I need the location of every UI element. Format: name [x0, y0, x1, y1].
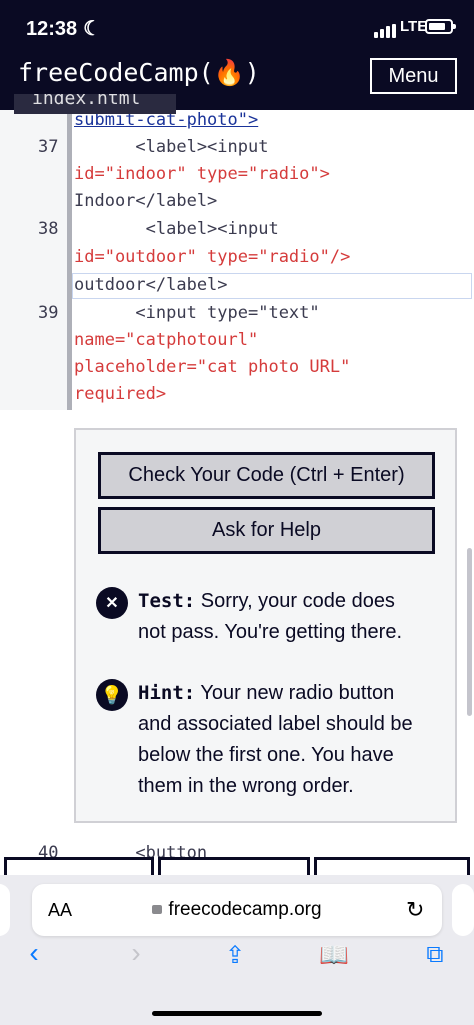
line-number: 37: [38, 137, 59, 157]
code-line: id="outdoor" type="radio"/>: [74, 247, 351, 267]
code-line: outdoor</label>: [74, 275, 228, 295]
next-tab-edge[interactable]: [452, 884, 474, 936]
signal-icon: [374, 20, 398, 38]
prev-tab-edge[interactable]: [0, 884, 10, 936]
moon-icon: ☾: [83, 18, 102, 40]
brand-logo[interactable]: freeCodeCamp(🔥): [18, 58, 260, 88]
code-line: <input type="text": [74, 303, 320, 323]
code-line: placeholder="cat photo URL": [74, 357, 351, 377]
hint-label: Hint:: [138, 682, 196, 704]
home-indicator: [152, 1011, 322, 1016]
code-line: required>: [74, 384, 167, 404]
menu-button[interactable]: Menu: [370, 58, 457, 94]
chevron-right-icon[interactable]: ›: [118, 937, 154, 969]
url-display[interactable]: freecodecamp.org: [32, 899, 442, 921]
code-line: <label><input: [74, 219, 279, 239]
hint-message: Hint: Your new radio button and associat…: [138, 678, 428, 802]
ask-for-help-button[interactable]: Ask for Help: [98, 507, 435, 554]
book-icon[interactable]: 📖: [316, 941, 352, 970]
test-feedback-panel: Check Your Code (Ctrl + Enter) Ask for H…: [74, 428, 457, 823]
file-tab[interactable]: index.html: [14, 94, 176, 114]
code-line: <label><input: [74, 137, 269, 157]
url-text: freecodecamp.org: [168, 899, 322, 920]
share-icon[interactable]: ⇪: [217, 941, 253, 970]
reload-icon[interactable]: ↻: [406, 897, 424, 923]
check-code-button[interactable]: Check Your Code (Ctrl + Enter): [98, 452, 435, 499]
lock-icon: [152, 905, 163, 914]
code-line: id="indoor" type="radio">: [74, 164, 330, 184]
code-line: Indoor</label>: [74, 191, 218, 211]
network-label: LTE: [400, 18, 428, 35]
line-number: 38: [38, 219, 59, 239]
clock-text: 12:38: [26, 18, 78, 40]
lower-panel-edges: [0, 857, 474, 877]
code-line: name="catphotourl": [74, 330, 259, 350]
scrollbar-thumb[interactable]: [467, 548, 472, 716]
browser-toolbar: AA freecodecamp.org ↻ ‹ › ⇪ 📖 ⧉: [0, 875, 474, 1025]
code-editor[interactable]: submit-cat-photo"> 37 <label><input id="…: [0, 110, 474, 410]
battery-icon: [425, 19, 456, 34]
lightbulb-icon: 💡: [96, 679, 128, 711]
address-bar[interactable]: AA freecodecamp.org ↻: [32, 884, 442, 936]
tabs-icon[interactable]: ⧉: [417, 941, 453, 969]
line-number: 39: [38, 303, 59, 323]
x-circle-icon: ✕: [96, 587, 128, 619]
test-label: Test:: [138, 590, 196, 612]
test-message: Test: Sorry, your code does not pass. Yo…: [138, 586, 428, 648]
chevron-left-icon[interactable]: ‹: [16, 937, 52, 969]
status-time: 12:38 ☾: [26, 16, 101, 41]
